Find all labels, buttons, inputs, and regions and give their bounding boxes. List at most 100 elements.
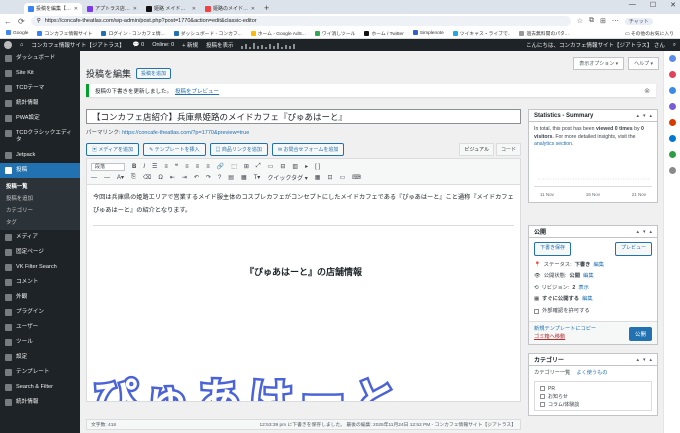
new-content-link[interactable]: + 新規 bbox=[182, 41, 198, 49]
quicktag-select[interactable]: クイックタグ ▾ bbox=[267, 173, 307, 182]
font-size-icon[interactable]: T▾ bbox=[254, 174, 261, 181]
bookmark-item[interactable]: Google bbox=[6, 30, 28, 36]
chevron-down-icon[interactable]: ▾ bbox=[643, 113, 646, 119]
editor-content[interactable]: 今回は兵庫県の姫路エリアで営業するメイド服主体のコスプレカフェがコンセプトにした… bbox=[87, 185, 520, 285]
align-right-icon[interactable]: ≡ bbox=[206, 164, 210, 170]
publish-button[interactable]: 公開 bbox=[628, 327, 652, 341]
undo-icon[interactable]: ↶ bbox=[194, 174, 199, 181]
comments-link[interactable]: 💬 0 bbox=[133, 42, 144, 48]
browser-tab[interactable]: 姫路のメイド喫茶・コンカフェはぴゅあ✕ bbox=[201, 3, 259, 14]
chat-button[interactable]: チャット bbox=[624, 17, 653, 25]
sidebar-item-vk-filter-search[interactable]: VK Filter Search bbox=[0, 260, 80, 275]
category-checkbox[interactable] bbox=[540, 402, 545, 407]
sidebar-item-tools[interactable]: ツール bbox=[0, 335, 80, 350]
post-title-input[interactable]: 【コンカフェ店紹介】兵庫県姫路のメイドカフェ『ぴゅあはーと』 bbox=[86, 109, 521, 124]
doc-icon[interactable]: ▤ bbox=[228, 174, 234, 181]
clear-format-icon[interactable]: ⌫ bbox=[143, 174, 151, 181]
menu-icon[interactable]: ⋯ bbox=[612, 17, 619, 25]
sidebar-item-pages[interactable]: 固定ページ bbox=[0, 245, 80, 260]
save-draft-button[interactable]: 下書き保存 bbox=[534, 242, 572, 256]
sidebar-item-dashboard[interactable]: ダッシュボード bbox=[0, 51, 80, 66]
browser-tab[interactable]: 投稿を編集【コンフェ店紹介】姫路✕ bbox=[24, 3, 82, 14]
bookmark-item[interactable]: ワイ消しツール bbox=[314, 30, 355, 37]
shortcode-icon[interactable]: [ ] bbox=[315, 164, 320, 170]
bookmark-item[interactable]: 過去無料開のパタ... bbox=[519, 30, 569, 37]
edit-schedule-link[interactable]: 編集 bbox=[582, 296, 593, 304]
indent-icon[interactable]: ⇥ bbox=[182, 174, 187, 181]
bookmark-item[interactable]: ダッシュボード - コンカフ... bbox=[173, 30, 242, 37]
chevron-up-icon[interactable]: ▴ bbox=[636, 113, 639, 119]
close-tab-icon[interactable]: ✕ bbox=[251, 6, 255, 12]
sidebar-item-media[interactable]: メディア bbox=[0, 230, 80, 245]
copy-to-template-link[interactable]: 新規テンプレートにコピー bbox=[534, 325, 596, 333]
collections-icon[interactable]: ⊞ bbox=[600, 17, 606, 25]
paste-text-icon[interactable]: ⎘ bbox=[131, 174, 136, 181]
back-icon[interactable]: ← bbox=[4, 17, 12, 26]
submenu-item[interactable]: カテゴリー bbox=[0, 204, 80, 216]
office-icon[interactable] bbox=[668, 119, 676, 126]
site-name-link[interactable]: コンカフェ情報サイト【ジアトラス】 bbox=[31, 41, 124, 49]
close-tab-icon[interactable]: ✕ bbox=[133, 6, 137, 12]
view-post-link[interactable]: 投稿を表示 bbox=[206, 41, 234, 49]
star-icon[interactable]: ☆ bbox=[577, 17, 583, 25]
add-contact-form-button[interactable]: ✉ お問合せフォームを追加 bbox=[271, 143, 345, 156]
submenu-item[interactable]: タグ bbox=[0, 216, 80, 228]
chevron-up-icon[interactable]: ▴ bbox=[636, 229, 639, 235]
add-product-link-button[interactable]: ▤ 商品リンクを追加 bbox=[209, 143, 268, 156]
outdent-icon[interactable]: ⇤ bbox=[170, 174, 175, 181]
fullscreen-icon[interactable]: ⤢ bbox=[256, 163, 261, 170]
external-preview-checkbox[interactable] bbox=[534, 308, 539, 314]
table-icon[interactable]: ⊟ bbox=[280, 163, 285, 170]
highlight-icon[interactable]: ▦ bbox=[241, 174, 247, 181]
sidebar-item-appearance[interactable]: 外観 bbox=[0, 290, 80, 305]
numbered-list-icon[interactable]: ≡ bbox=[164, 164, 168, 170]
collapse-icon[interactable]: ▴ bbox=[649, 357, 652, 363]
other-bookmarks[interactable]: ▭ その他のお気に入り bbox=[625, 30, 674, 37]
sidebar-item-tcd-classic-editor[interactable]: TCDクラシックエディタ bbox=[0, 126, 80, 148]
sidebar-item-tcd-theme[interactable]: TCDテーマ bbox=[0, 81, 80, 96]
bookmark-item[interactable]: Simplenote bbox=[412, 30, 444, 36]
sidebar-item-stats[interactable]: 統計情報 bbox=[0, 96, 80, 111]
collapse-icon[interactable]: ▴ bbox=[649, 113, 652, 119]
sidebar-item-search-filter[interactable]: Search & Filter bbox=[0, 380, 80, 395]
hr-icon[interactable]: ― bbox=[104, 175, 110, 181]
add-media-button[interactable]: ▣ メディアを追加 bbox=[86, 143, 140, 156]
browser-tab[interactable]: アプトラス店舗紹介依頼フォーム✕ bbox=[83, 3, 141, 14]
sidebar-item-site-kit[interactable]: Site Kit bbox=[0, 66, 80, 81]
bookmark-item[interactable]: ホーム - Google AdS... bbox=[250, 30, 306, 37]
help-icon[interactable]: ? bbox=[218, 175, 221, 181]
drop-icon[interactable] bbox=[668, 151, 676, 158]
browser-tab[interactable]: 姫路 メイドカフェ❤️ぴゅあは✕ bbox=[142, 3, 200, 14]
blockquote-icon[interactable]: ❝ bbox=[175, 163, 178, 170]
column-icon[interactable]: ▥ bbox=[292, 163, 298, 170]
dismiss-icon[interactable]: ⊗ bbox=[644, 87, 650, 95]
close-tab-icon[interactable]: ✕ bbox=[74, 6, 78, 12]
edit-visibility-link[interactable]: 編集 bbox=[583, 273, 594, 281]
arrow-icon[interactable]: ▸ bbox=[305, 163, 308, 170]
analytics-link[interactable]: analytics section bbox=[534, 141, 572, 147]
add-new-post-button[interactable]: 投稿を追加 bbox=[136, 68, 172, 79]
maximize-icon[interactable]: ☐ bbox=[650, 1, 656, 9]
url-field[interactable]: ⚲ https://concafe-theatlas.com/wp-admin/… bbox=[30, 16, 571, 26]
chevron-down-icon[interactable]: ▾ bbox=[643, 229, 646, 235]
preview-button[interactable]: プレビュー bbox=[614, 242, 652, 256]
permalink-link[interactable]: https://concafe-theatlas.com/?p=1770&pre… bbox=[122, 130, 249, 136]
text-color-icon[interactable]: A▾ bbox=[117, 174, 124, 181]
button-icon[interactable]: ▭ bbox=[339, 174, 345, 181]
bullet-list-icon[interactable]: ☰ bbox=[152, 163, 157, 170]
add-sidebar-icon[interactable] bbox=[668, 167, 676, 174]
games-icon[interactable] bbox=[668, 103, 676, 110]
special-char-icon[interactable]: Ω bbox=[158, 175, 163, 181]
extensions-icon[interactable]: ⧉ bbox=[589, 17, 594, 25]
category-checkbox[interactable] bbox=[540, 386, 545, 391]
sidebar-item-jetpack[interactable]: Jetpack bbox=[0, 148, 80, 163]
bookmark-item[interactable]: コンカフェ情報サイト bbox=[37, 30, 92, 37]
link-icon[interactable]: 🔗 bbox=[217, 163, 224, 170]
align-center-icon[interactable]: ≡ bbox=[196, 164, 200, 170]
preview-post-link[interactable]: 投稿をプレビュー bbox=[175, 87, 219, 95]
refresh-icon[interactable]: ⟳ bbox=[18, 17, 25, 26]
sidebar-item-users[interactable]: ユーザー bbox=[0, 320, 80, 335]
sidebar-item-comments[interactable]: コメント bbox=[0, 275, 80, 290]
collapse-icon[interactable]: ▴ bbox=[649, 229, 652, 235]
minimize-icon[interactable]: — bbox=[629, 1, 636, 9]
